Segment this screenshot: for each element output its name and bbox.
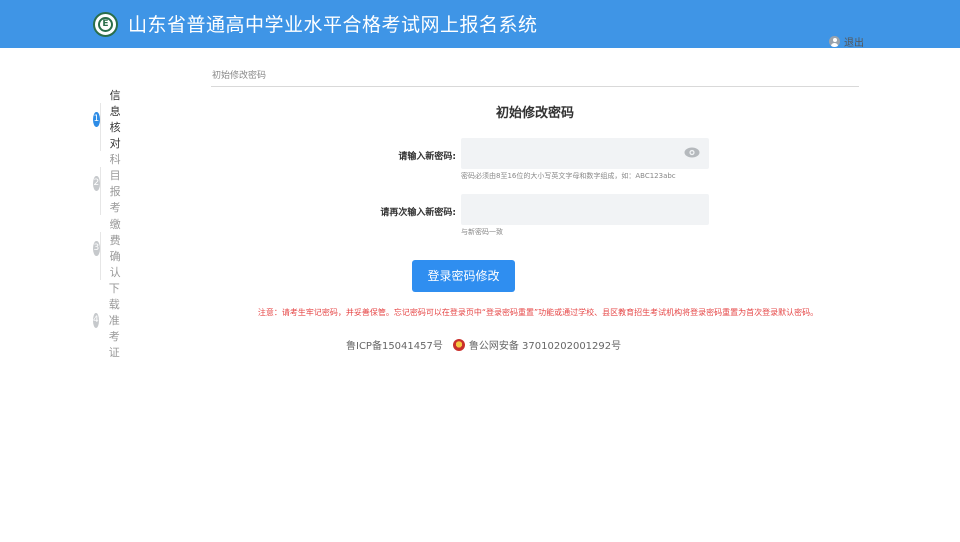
- notice-text: 注意：请考生牢记密码，并妥善保管。忘记密码可以在登录页中“登录密码重置”功能或通…: [257, 308, 819, 317]
- app-title: 山东省普通高中学业水平合格考试网上报名系统: [128, 14, 538, 36]
- step-subject-registration[interactable]: 2 科目报考: [93, 151, 129, 215]
- confirm-password-hint: 与新密码一致: [461, 228, 503, 236]
- user-icon: [829, 36, 840, 47]
- step-number: 3: [93, 240, 100, 256]
- breadcrumb: 初始修改密码: [211, 68, 859, 87]
- eye-icon[interactable]: [684, 147, 700, 158]
- logout-button[interactable]: 退出: [829, 34, 864, 49]
- top-header: E 山东省普通高中学业水平合格考试网上报名系统: [0, 0, 960, 48]
- new-password-label: 请输入新密码:: [398, 152, 456, 162]
- footer: 鲁ICP备15041457号 鲁公网安备 37010202001292号: [346, 337, 621, 352]
- icp-record[interactable]: 鲁ICP备15041457号: [346, 337, 443, 352]
- confirm-password-label: 请再次输入新密码:: [380, 208, 456, 218]
- police-badge-icon: [452, 338, 465, 351]
- logo-glyph: E: [98, 17, 113, 32]
- form-heading: 初始修改密码: [495, 106, 574, 121]
- submit-password-button[interactable]: 登录密码修改: [412, 260, 515, 292]
- police-record[interactable]: 鲁公网安备 37010202001292号: [469, 337, 621, 352]
- step-payment-confirm[interactable]: 3 缴费确认: [93, 216, 129, 280]
- confirm-password-input[interactable]: [461, 194, 709, 225]
- step-label: 缴费确认: [109, 218, 121, 279]
- logout-label: 退出: [844, 38, 864, 49]
- new-password-input[interactable]: [461, 138, 709, 169]
- step-number: 2: [93, 175, 100, 191]
- step-download-admission[interactable]: 4 下载准考证: [93, 280, 129, 360]
- step-label: 科目报考: [109, 153, 121, 214]
- step-label: 下载准考证: [108, 282, 120, 359]
- new-password-hint: 密码必须由8至16位的大小写英文字母和数字组成，如：ABC123abc: [461, 172, 676, 180]
- system-logo: E: [93, 12, 118, 37]
